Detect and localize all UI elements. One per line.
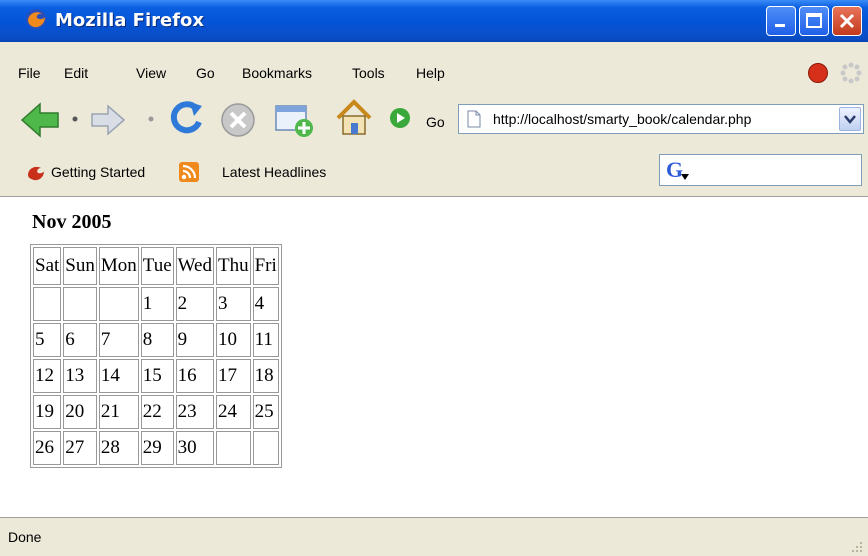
weekday-header: Fri — [252, 247, 279, 285]
calendar-day-cell: 24 — [216, 395, 251, 429]
calendar-day-cell: 22 — [140, 395, 174, 429]
status-bar: Done — [0, 518, 868, 556]
weekday-header: Wed — [175, 247, 214, 285]
window-title: Mozilla Firefox — [55, 10, 205, 31]
calendar-day-cell: 6 — [63, 323, 97, 357]
calendar-day-cell: 28 — [98, 431, 139, 465]
calendar-header-row: Sat Sun Mon Tue Wed Thu Fri — [33, 247, 279, 285]
calendar-day-cell: 7 — [98, 323, 139, 357]
calendar-day-cell: 19 — [33, 395, 62, 429]
calendar-week-row: 26 27 28 29 30 — [33, 431, 279, 465]
calendar-day-cell: 4 — [252, 287, 279, 321]
throbber-icon — [840, 62, 862, 84]
calendar-day-cell: 10 — [216, 323, 251, 357]
calendar-day-cell: 13 — [63, 359, 97, 393]
firefox-logo-icon — [26, 9, 46, 29]
home-icon[interactable] — [332, 96, 376, 140]
minimize-button[interactable] — [766, 6, 796, 36]
calendar-day-cell: 2 — [175, 287, 214, 321]
chevron-down-icon — [844, 115, 856, 124]
calendar-day-cell — [63, 287, 97, 321]
go-label[interactable]: Go — [426, 114, 445, 130]
calendar-day-cell: 18 — [252, 359, 279, 393]
menu-view[interactable]: View — [136, 65, 166, 81]
calendar-day-cell: 29 — [140, 431, 174, 465]
calendar-day-cell: 3 — [216, 287, 251, 321]
resize-grip-icon[interactable] — [850, 540, 864, 554]
menu-file[interactable]: File — [18, 65, 41, 81]
forward-arrow-icon[interactable] — [88, 102, 128, 138]
bookmark-latest-headlines[interactable]: Latest Headlines — [222, 164, 326, 180]
stop-icon[interactable] — [218, 100, 258, 140]
back-dropdown-icon[interactable] — [70, 114, 80, 124]
calendar-table: Sat Sun Mon Tue Wed Thu Fri 1 2 3 4 5 6 … — [30, 244, 282, 468]
calendar-day-cell: 21 — [98, 395, 139, 429]
calendar-day-cell: 12 — [33, 359, 62, 393]
title-bar[interactable]: Mozilla Firefox — [0, 0, 868, 42]
calendar-day-cell: 11 — [252, 323, 279, 357]
bookmark-getting-started[interactable]: Getting Started — [51, 164, 145, 180]
menu-help[interactable]: Help — [416, 65, 445, 81]
calendar-day-cell: 5 — [33, 323, 62, 357]
page-content: Nov 2005 Sat Sun Mon Tue Wed Thu Fri 1 2… — [0, 196, 868, 518]
reload-icon[interactable] — [166, 98, 208, 140]
search-engine-dropdown-icon[interactable] — [680, 173, 690, 181]
url-history-dropdown[interactable] — [839, 107, 861, 131]
calendar-day-cell — [33, 287, 62, 321]
forward-dropdown-icon[interactable] — [146, 114, 156, 124]
close-icon — [839, 13, 855, 29]
update-alert-icon[interactable] — [808, 63, 828, 83]
maximize-icon — [806, 13, 822, 28]
menu-bar: File Edit View Go Bookmarks Tools Help — [0, 60, 868, 88]
calendar-day-cell — [252, 431, 279, 465]
calendar-day-cell: 23 — [175, 395, 214, 429]
maximize-button[interactable] — [799, 6, 829, 36]
url-text[interactable]: http://localhost/smarty_book/calendar.ph… — [493, 111, 751, 127]
calendar-day-cell — [98, 287, 139, 321]
calendar-day-cell: 26 — [33, 431, 62, 465]
calendar-day-cell: 20 — [63, 395, 97, 429]
calendar-day-cell: 1 — [140, 287, 174, 321]
menu-bookmarks[interactable]: Bookmarks — [242, 65, 312, 81]
browser-window: Mozilla Firefox File Edit View Go Bookma… — [0, 0, 868, 556]
calendar-day-cell: 16 — [175, 359, 214, 393]
page-icon — [467, 110, 481, 128]
new-tab-icon[interactable] — [272, 100, 316, 140]
weekday-header: Tue — [140, 247, 174, 285]
calendar-day-cell: 14 — [98, 359, 139, 393]
weekday-header: Sat — [33, 247, 62, 285]
calendar-week-row: 19 20 21 22 23 24 25 — [33, 395, 279, 429]
firefox-bookmark-icon — [28, 166, 44, 181]
calendar-week-row: 12 13 14 15 16 17 18 — [33, 359, 279, 393]
calendar-day-cell — [216, 431, 251, 465]
calendar-day-cell: 27 — [63, 431, 97, 465]
calendar-week-row: 5 6 7 8 9 10 11 — [33, 323, 279, 357]
calendar-day-cell: 30 — [175, 431, 214, 465]
calendar-day-cell: 17 — [216, 359, 251, 393]
calendar-heading: Nov 2005 — [32, 211, 112, 233]
weekday-header: Thu — [216, 247, 251, 285]
menu-tools[interactable]: Tools — [352, 65, 385, 81]
status-text: Done — [8, 529, 42, 545]
calendar-day-cell: 25 — [252, 395, 279, 429]
calendar-day-cell: 8 — [140, 323, 174, 357]
minimize-icon — [775, 24, 785, 27]
close-button[interactable] — [832, 6, 862, 36]
weekday-header: Sun — [63, 247, 97, 285]
rss-feed-icon — [179, 162, 199, 182]
calendar-week-row: 1 2 3 4 — [33, 287, 279, 321]
url-bar[interactable]: http://localhost/smarty_book/calendar.ph… — [458, 104, 864, 134]
go-icon[interactable] — [388, 106, 412, 130]
back-arrow-icon[interactable] — [18, 100, 62, 140]
menu-go[interactable]: Go — [196, 65, 215, 81]
search-box[interactable]: G — [659, 154, 862, 186]
calendar-day-cell: 9 — [175, 323, 214, 357]
weekday-header: Mon — [98, 247, 139, 285]
menu-edit[interactable]: Edit — [64, 65, 88, 81]
calendar-day-cell: 15 — [140, 359, 174, 393]
